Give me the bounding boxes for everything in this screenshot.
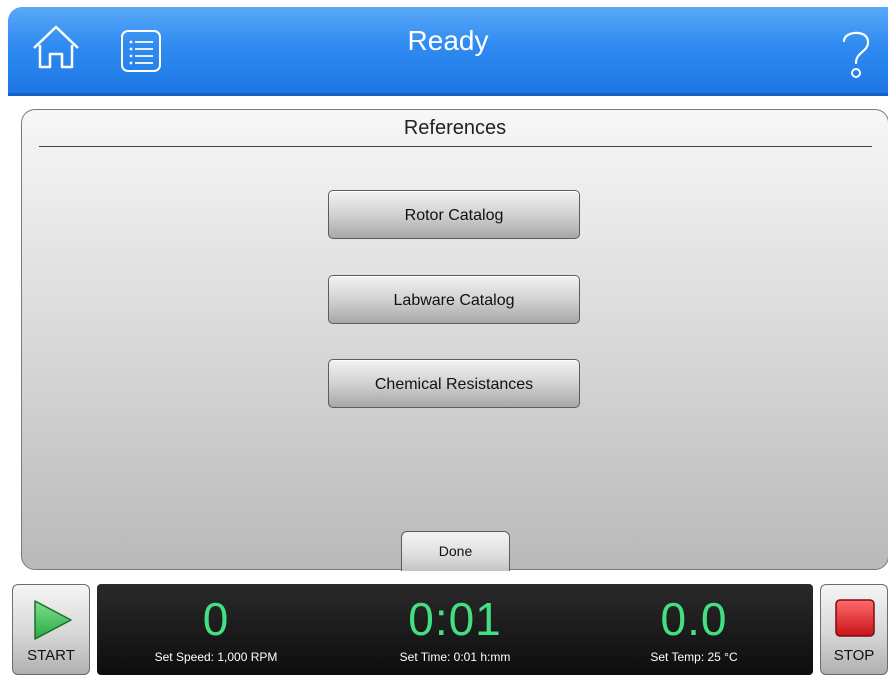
title-divider xyxy=(39,146,872,147)
time-readout: 0:01 Set Time: 0:01 h:mm xyxy=(336,584,574,675)
stop-button[interactable]: STOP xyxy=(820,584,888,675)
play-icon xyxy=(34,600,72,640)
start-button[interactable]: START xyxy=(12,584,90,675)
set-speed-label: Set Speed: 1,000 RPM xyxy=(154,650,278,664)
temp-value: 0.0 xyxy=(660,593,728,645)
set-time-label: Set Time: 0:01 h:mm xyxy=(399,650,511,664)
chemical-resistances-button[interactable]: Chemical Resistances xyxy=(328,359,580,408)
temp-readout: 0.0 Set Temp: 25 °C xyxy=(575,584,813,675)
labware-catalog-button[interactable]: Labware Catalog xyxy=(328,275,580,324)
references-panel: References Rotor Catalog Labware Catalog… xyxy=(21,109,888,571)
rotor-catalog-button[interactable]: Rotor Catalog xyxy=(328,190,580,239)
panel-title: References xyxy=(403,117,507,139)
screen-title: Ready xyxy=(407,25,489,56)
help-button[interactable] xyxy=(838,25,874,83)
speed-value: 0 xyxy=(202,593,230,645)
stop-icon xyxy=(835,599,875,637)
set-temp-label: Set Temp: 25 °C xyxy=(650,650,738,664)
status-display: 0 Set Speed: 1,000 RPM 0:01 Set Time: 0:… xyxy=(97,584,813,675)
speed-readout: 0 Set Speed: 1,000 RPM xyxy=(97,584,335,675)
time-value: 0:01 xyxy=(408,593,502,645)
done-button[interactable]: Done xyxy=(401,531,510,571)
stop-label: STOP xyxy=(833,647,875,664)
help-question-icon xyxy=(842,31,870,78)
header-bar: Ready xyxy=(8,7,888,96)
start-label: START xyxy=(27,647,75,664)
